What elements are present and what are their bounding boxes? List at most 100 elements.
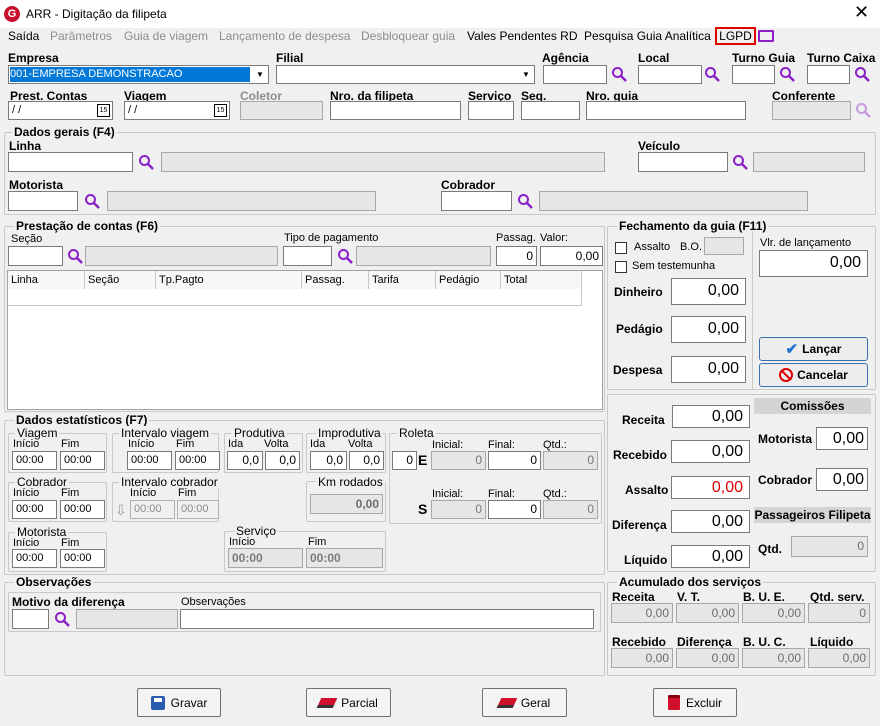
- comissao-motorista-input[interactable]: 0,00: [816, 427, 868, 450]
- search-icon[interactable]: [704, 66, 720, 82]
- geral-button[interactable]: Geral: [482, 688, 567, 717]
- menu-lgpd[interactable]: LGPD: [715, 27, 756, 45]
- menu-pesquisa-guia[interactable]: Pesquisa Guia Analítica: [584, 29, 711, 43]
- search-icon[interactable]: [54, 611, 70, 627]
- filial-select[interactable]: ▼: [276, 65, 535, 84]
- observacoes-input[interactable]: [180, 609, 594, 629]
- table-row[interactable]: [8, 289, 582, 306]
- motorista-input[interactable]: [8, 191, 78, 211]
- search-icon[interactable]: [138, 154, 154, 170]
- improdutiva-ida-input[interactable]: 0,0: [310, 451, 347, 470]
- search-icon[interactable]: [855, 102, 871, 118]
- nro-filipeta-input[interactable]: [330, 101, 461, 120]
- search-icon[interactable]: [732, 154, 748, 170]
- nro-guia-input[interactable]: [586, 101, 746, 120]
- despesa-input[interactable]: 0,00: [671, 356, 746, 383]
- search-icon[interactable]: [67, 248, 83, 264]
- comissao-cobrador-input[interactable]: 0,00: [816, 468, 868, 491]
- veiculo-input[interactable]: [638, 152, 728, 172]
- roleta-input[interactable]: 0: [392, 451, 417, 470]
- valor-input[interactable]: 0,00: [540, 246, 603, 266]
- viagem-inicio-input[interactable]: 00:00: [12, 451, 57, 470]
- motivo-input[interactable]: [12, 609, 49, 629]
- vlr-lancamento-input[interactable]: 0,00: [759, 250, 868, 277]
- col-tarifa[interactable]: Tarifa: [369, 271, 436, 289]
- assalto-input[interactable]: 0,00: [671, 476, 750, 499]
- pedagio-input[interactable]: 0,00: [671, 316, 746, 343]
- menu-saida[interactable]: Saída: [8, 29, 39, 43]
- receita-input[interactable]: 0,00: [672, 405, 750, 428]
- menu-desbloquear-guia[interactable]: Desbloquear guia: [361, 29, 455, 43]
- turno-guia-input[interactable]: [732, 65, 775, 84]
- tipo-pagamento-input[interactable]: [283, 246, 332, 266]
- menu-vales-pendentes[interactable]: Vales Pendentes RD: [467, 29, 578, 43]
- diferenca-input[interactable]: 0,00: [671, 510, 750, 533]
- turno-guia-label: Turno Guia: [732, 51, 796, 65]
- recebido-input[interactable]: 0,00: [671, 440, 750, 463]
- chevron-down-icon[interactable]: ▼: [519, 67, 533, 83]
- col-passag[interactable]: Passag.: [302, 271, 369, 289]
- empresa-select[interactable]: 001-EMPRESA DEMONSTRACAO ▼: [8, 65, 269, 84]
- search-icon[interactable]: [337, 248, 353, 264]
- window-title: ARR - Digitação da filipeta: [26, 7, 167, 21]
- gravar-button[interactable]: Gravar: [137, 688, 221, 717]
- motorista-label: Motorista: [9, 178, 63, 192]
- search-icon[interactable]: [779, 66, 795, 82]
- servico-input[interactable]: [468, 101, 514, 120]
- agencia-input[interactable]: [543, 65, 607, 84]
- passag-input[interactable]: 0: [496, 246, 537, 266]
- prest-contas-date[interactable]: / / 15: [8, 101, 113, 120]
- viagem-date[interactable]: / / 15: [124, 101, 230, 120]
- menu-lancamento-despesa[interactable]: Lançamento de despesa: [219, 29, 350, 43]
- secao-input[interactable]: [8, 246, 63, 266]
- col-total[interactable]: Total: [501, 271, 582, 289]
- liquido-input[interactable]: 0,00: [671, 545, 750, 568]
- col-secao[interactable]: Seção: [85, 271, 156, 289]
- dinheiro-input[interactable]: 0,00: [671, 278, 746, 305]
- search-icon[interactable]: [84, 193, 100, 209]
- menu-parametros[interactable]: Parâmetros: [50, 29, 112, 43]
- linha-input[interactable]: [8, 152, 133, 172]
- motorista-inicio-input[interactable]: 00:00: [12, 549, 57, 568]
- intervalo-viagem-fim-input[interactable]: 00:00: [175, 451, 220, 470]
- calendar-icon[interactable]: 15: [214, 104, 227, 117]
- motorista-fim-input[interactable]: 00:00: [60, 549, 105, 568]
- turno-caixa-input[interactable]: [807, 65, 850, 84]
- close-icon[interactable]: ✕: [854, 3, 869, 21]
- menu-guia-viagem[interactable]: Guia de viagem: [124, 29, 208, 43]
- col-tp-pagto[interactable]: Tp.Pagto: [156, 271, 302, 289]
- assalto-checkbox[interactable]: [615, 242, 627, 254]
- chevron-down-icon[interactable]: ▼: [253, 67, 267, 83]
- viagem-fim-input[interactable]: 00:00: [60, 451, 105, 470]
- produtiva-volta-input[interactable]: 0,0: [265, 451, 300, 470]
- local-input[interactable]: [638, 65, 702, 84]
- calendar-icon[interactable]: 15: [97, 104, 110, 117]
- e-final-input[interactable]: 0: [488, 451, 541, 470]
- search-icon[interactable]: [611, 66, 627, 82]
- cancelar-button[interactable]: Cancelar: [759, 363, 868, 387]
- intervalo-viagem-inicio-input[interactable]: 00:00: [127, 451, 172, 470]
- improdutiva-volta-input[interactable]: 0,0: [349, 451, 384, 470]
- produtiva-ida-input[interactable]: 0,0: [227, 451, 263, 470]
- parcial-button[interactable]: Parcial: [306, 688, 391, 717]
- arrow-down-icon[interactable]: ⇩: [115, 502, 128, 519]
- search-icon[interactable]: [517, 193, 533, 209]
- seq-input[interactable]: [521, 101, 580, 120]
- servico-fim-input: 00:00: [306, 548, 383, 568]
- intervalo-cobrador-inicio-input: 00:00: [130, 500, 175, 519]
- acum-qtd-serv-value: 0: [808, 603, 870, 623]
- search-icon[interactable]: [854, 66, 870, 82]
- lancar-button[interactable]: ✔ Lançar: [759, 337, 868, 361]
- s-final-input[interactable]: 0: [488, 500, 541, 519]
- cancel-icon: [779, 368, 794, 382]
- chat-icon[interactable]: [758, 30, 774, 42]
- excluir-button[interactable]: Excluir: [653, 688, 737, 717]
- cobrador-fim-input[interactable]: 00:00: [60, 500, 105, 519]
- col-pedagio[interactable]: Pedágio: [436, 271, 501, 289]
- veiculo-desc: [753, 152, 865, 172]
- col-linha[interactable]: Linha: [8, 271, 85, 289]
- cobrador-inicio-input[interactable]: 00:00: [12, 500, 57, 519]
- cobrador-input[interactable]: [441, 191, 512, 211]
- sem-testemunha-checkbox[interactable]: [615, 261, 627, 273]
- acum-diferenca-label: Diferença: [677, 635, 732, 649]
